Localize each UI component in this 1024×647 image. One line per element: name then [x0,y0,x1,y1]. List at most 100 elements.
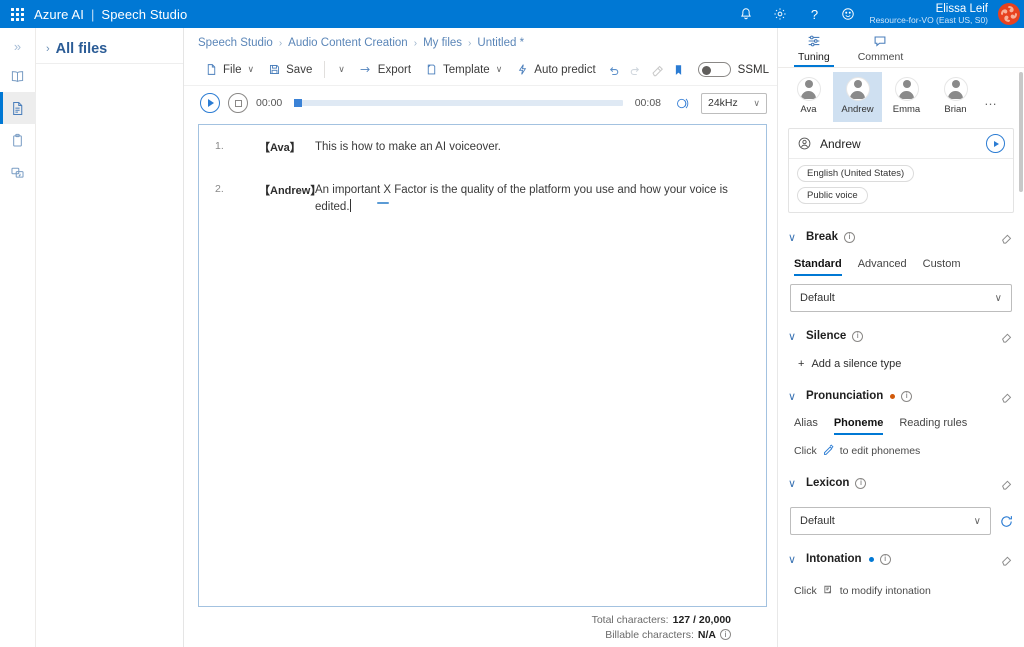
chevron-down-icon[interactable]: ∨ [788,330,800,343]
voice-option-emma[interactable]: Emma [882,72,931,122]
file-menu-button[interactable]: File ∨ [198,57,261,83]
account-info[interactable]: Elissa Leif Resource-for-VO (East US, S0… [865,3,994,26]
break-tab-standard[interactable]: Standard [794,255,842,276]
voice-preview-play-button[interactable] [986,134,1005,153]
template-label: Template [443,64,490,76]
export-button[interactable]: Export [352,57,418,83]
info-icon[interactable]: i [720,629,731,640]
feedback-icon[interactable] [831,0,865,28]
header-actions: ? Elissa Leif Resource-for-VO (East US, … [729,0,1024,28]
line-number: 1. [215,139,237,152]
redo-icon[interactable] [624,57,646,83]
sample-rate-select[interactable]: 24kHz ∨ [701,93,767,114]
breadcrumb-item-2[interactable]: My files [423,37,462,49]
voice-name: Ava [800,104,816,115]
breadcrumb: Speech Studio › Audio Content Creation ›… [184,28,777,54]
chevron-down-icon[interactable]: ∨ [788,553,800,566]
ssml-toggle-group[interactable]: SSML [698,62,769,77]
info-icon[interactable]: i [855,478,866,489]
editor-line[interactable]: 2. 【Andrew】 An important X Factor is the… [215,182,750,215]
add-silence-type-button[interactable]: + Add a silence type [788,352,1014,372]
more-voices-button[interactable]: … [980,93,998,122]
rail-item-clipboard[interactable] [0,124,36,156]
progress-slider[interactable] [294,100,623,106]
tab-comment[interactable]: Comment [844,28,918,67]
break-value-select[interactable]: Default ∨ [790,284,1012,312]
template-button[interactable]: Template ∨ [418,57,509,83]
section-pronunciation-title: Pronunciation [806,390,883,402]
ssml-label: SSML [738,64,769,76]
rail-item-audio-files[interactable] [0,156,36,188]
section-intonation: ∨ Intonation i Click [778,535,1024,599]
rail-expand-button[interactable]: » [0,32,36,60]
auto-predict-label: Auto predict [534,64,595,76]
line-text[interactable]: This is how to make an AI voiceover. [315,139,750,156]
undo-icon[interactable] [603,57,625,83]
refresh-icon[interactable] [999,506,1014,529]
section-break-header[interactable]: ∨ Break i [788,221,1014,253]
pronunciation-tab-alias[interactable]: Alias [794,414,818,435]
chevron-down-icon[interactable]: ∨ [788,390,800,403]
section-silence-header[interactable]: ∨ Silence i [788,320,1014,352]
intonation-hint-prefix: Click [794,585,817,597]
ssml-text-editor[interactable]: 1. 【Ava】 This is how to make an AI voice… [198,124,767,607]
clear-lexicon-icon[interactable] [1000,476,1014,490]
voice-option-ava[interactable]: Ava [784,72,833,122]
breadcrumb-item-current: Untitled * [477,37,524,49]
voice-option-andrew[interactable]: Andrew [833,72,882,122]
section-intonation-header[interactable]: ∨ Intonation i [788,543,1014,575]
avatar [944,77,968,101]
break-tab-custom[interactable]: Custom [923,255,961,276]
panel-scrollbar[interactable] [1019,72,1023,192]
voice-card-name: Andrew [820,137,978,151]
bookmark-icon[interactable] [668,57,690,83]
clear-format-icon[interactable] [646,57,668,83]
gear-icon[interactable] [763,0,797,28]
rail-item-book[interactable] [0,60,36,92]
pronunciation-tab-phoneme[interactable]: Phoneme [834,414,884,435]
all-files-label: All files [56,41,108,57]
lexicon-select[interactable]: Default ∨ [790,507,991,535]
chevron-down-icon[interactable]: ∨ [788,477,800,490]
clear-break-icon[interactable] [1000,230,1014,244]
breadcrumb-item-0[interactable]: Speech Studio [198,37,273,49]
person-icon [797,136,812,151]
section-pronunciation-header[interactable]: ∨ Pronunciation i [788,380,1014,412]
play-button[interactable] [200,93,220,113]
pencil-icon[interactable] [822,443,835,459]
breadcrumb-item-1[interactable]: Audio Content Creation [288,37,408,49]
audio-quality-icon[interactable] [669,90,695,116]
save-options-button[interactable]: ∨ [330,57,352,83]
clear-silence-icon[interactable] [1000,329,1014,343]
auto-predict-button[interactable]: Auto predict [509,57,602,83]
edit-note-icon[interactable] [822,583,835,599]
tab-tuning[interactable]: Tuning [784,28,844,67]
app-launcher-icon[interactable] [0,8,34,21]
clear-intonation-icon[interactable] [1000,552,1014,566]
save-button[interactable]: Save [261,57,319,83]
plus-icon: + [798,359,804,370]
clear-pronunciation-icon[interactable] [1000,389,1014,403]
stop-button[interactable] [228,93,248,113]
break-marker[interactable] [377,202,389,204]
info-icon[interactable]: i [844,232,855,243]
info-icon[interactable]: i [852,331,863,342]
line-speaker[interactable]: 【Ava】 [237,139,315,155]
bell-icon[interactable] [729,0,763,28]
pronunciation-tab-reading-rules[interactable]: Reading rules [899,414,967,435]
break-tab-advanced[interactable]: Advanced [858,255,907,276]
info-icon[interactable]: i [880,554,891,565]
progress-knob[interactable] [294,99,302,107]
voice-option-brian[interactable]: Brian [931,72,980,122]
help-icon[interactable]: ? [797,0,831,28]
ssml-toggle[interactable] [698,62,731,77]
rail-item-document[interactable] [0,92,36,124]
line-speaker[interactable]: 【Andrew】 [237,182,315,198]
section-pronunciation: ∨ Pronunciation i Alias Phoneme Reading … [778,372,1024,459]
chevron-down-icon[interactable]: ∨ [788,231,800,244]
phoneme-hint-prefix: Click [794,445,817,457]
section-lexicon-header[interactable]: ∨ Lexicon i [788,467,1014,499]
all-files-header[interactable]: › All files [36,34,183,64]
info-icon[interactable]: i [901,391,912,402]
editor-line[interactable]: 1. 【Ava】 This is how to make an AI voice… [215,139,750,165]
